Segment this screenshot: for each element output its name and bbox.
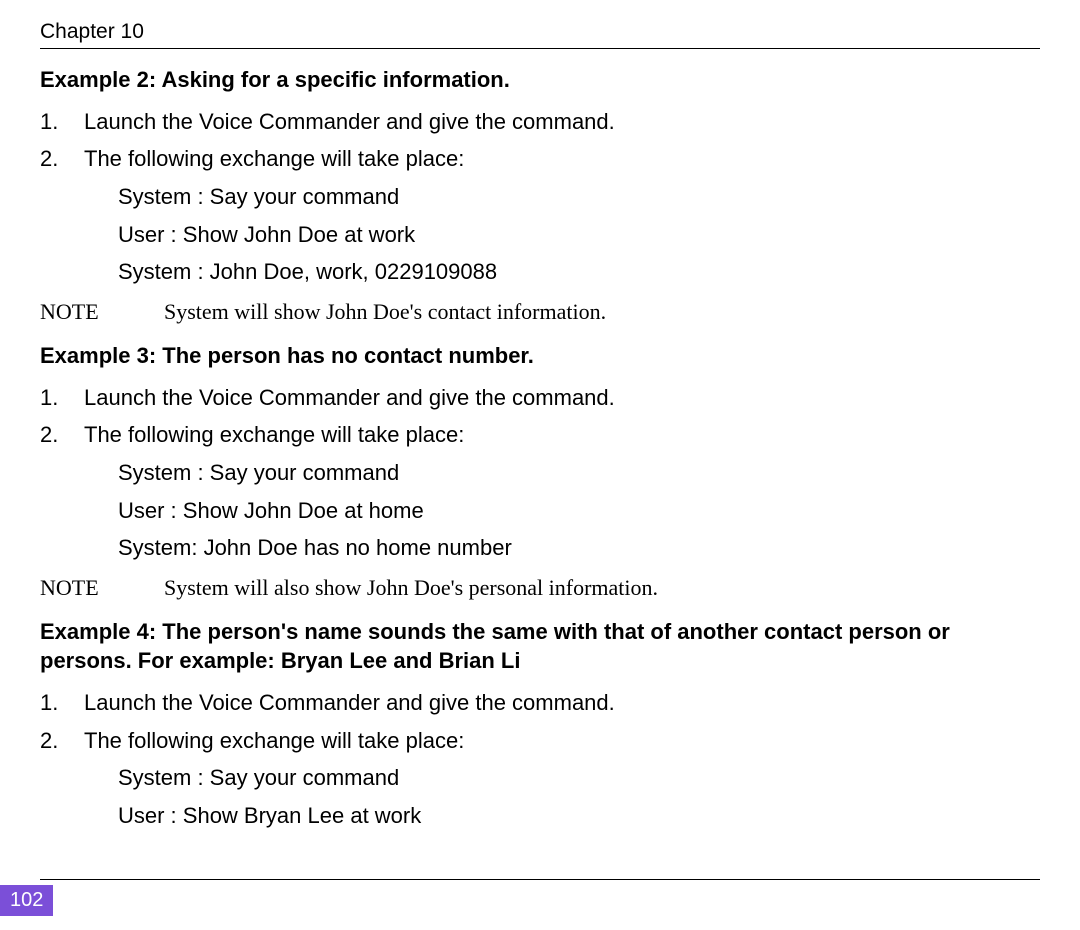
exchange-line: System : Say your command [118,182,1040,212]
exchange-line: System: John Doe has no home number [118,533,1040,563]
note-text: System will also show John Doe's persona… [164,573,1040,603]
example-heading: Example 2: Asking for a specific informa… [40,65,1040,95]
page-number: 102 [0,885,53,916]
exchange-line: User : Show John Doe at work [118,220,1040,250]
step-number: 2. [40,420,84,450]
step-text: Launch the Voice Commander and give the … [84,383,1040,413]
step-number: 1. [40,107,84,137]
step-text: The following exchange will take place: [84,144,1040,174]
note-row: NOTE System will also show John Doe's pe… [40,573,1040,603]
list-item: 1. Launch the Voice Commander and give t… [40,383,1040,413]
exchange-line: User : Show John Doe at home [118,496,1040,526]
exchange-line: System : Say your command [118,763,1040,793]
step-text: Launch the Voice Commander and give the … [84,107,1040,137]
step-number: 2. [40,144,84,174]
example-heading: Example 4: The person's name sounds the … [40,617,1040,676]
list-item: 2. The following exchange will take plac… [40,726,1040,756]
note-label: NOTE [40,573,164,603]
note-label: NOTE [40,297,164,327]
exchange-line: User : Show Bryan Lee at work [118,801,1040,831]
example-heading: Example 3: The person has no contact num… [40,341,1040,371]
chapter-header: Chapter 10 [40,20,1040,49]
note-row: NOTE System will show John Doe's contact… [40,297,1040,327]
exchange-line: System : John Doe, work, 0229109088 [118,257,1040,287]
exchange-line: System : Say your command [118,458,1040,488]
step-number: 2. [40,726,84,756]
page: Chapter 10 Example 2: Asking for a speci… [0,0,1080,930]
list-item: 2. The following exchange will take plac… [40,420,1040,450]
step-number: 1. [40,383,84,413]
divider [40,879,1040,880]
step-number: 1. [40,688,84,718]
list-item: 2. The following exchange will take plac… [40,144,1040,174]
step-text: The following exchange will take place: [84,726,1040,756]
note-text: System will show John Doe's contact info… [164,297,1040,327]
list-item: 1. Launch the Voice Commander and give t… [40,107,1040,137]
step-text: The following exchange will take place: [84,420,1040,450]
step-text: Launch the Voice Commander and give the … [84,688,1040,718]
list-item: 1. Launch the Voice Commander and give t… [40,688,1040,718]
